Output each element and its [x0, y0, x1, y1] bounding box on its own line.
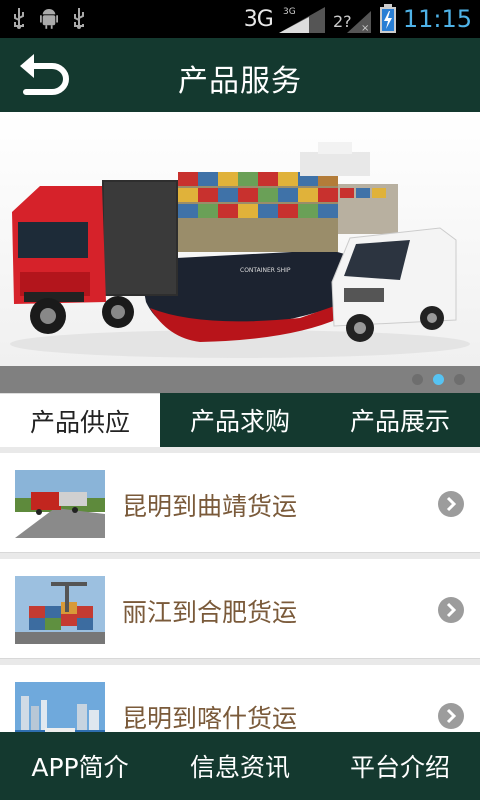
title-bar: 产品服务	[0, 38, 480, 112]
list-item[interactable]: 丽江到合肥货运	[0, 559, 480, 659]
chevron-right-icon	[438, 491, 464, 517]
tab-product-supply[interactable]: 产品供应	[0, 393, 160, 447]
usb-icon	[74, 8, 84, 29]
battery-charging-icon	[379, 4, 396, 33]
svg-text:×: ×	[361, 23, 369, 33]
list-item-thumbnail	[15, 576, 105, 644]
svg-text:3G: 3G	[283, 7, 296, 17]
svg-text:CONTAINER SHIP: CONTAINER SHIP	[240, 267, 291, 274]
bottom-nav: APP简介 信息资讯 平台介绍	[0, 732, 480, 800]
list-item-thumbnail	[15, 470, 105, 538]
network-type: 3G	[243, 6, 274, 32]
list-item-label: 丽江到合肥货运	[122, 598, 298, 627]
list-item-label: 昆明到喀什货运	[122, 704, 298, 732]
page-title: 产品服务	[178, 64, 302, 99]
list-item[interactable]: 昆明到喀什货运	[0, 665, 480, 732]
carousel-dot-3[interactable]	[454, 374, 465, 385]
status-bar: 3G 3G 2? × 11:15	[0, 0, 480, 38]
nav-app-intro[interactable]: APP简介	[0, 732, 160, 800]
carousel-dot-1[interactable]	[412, 374, 423, 385]
banner-image: CONTAINER SHIP	[0, 112, 480, 366]
chevron-right-icon	[438, 597, 464, 623]
signal-icon: 3G	[278, 7, 325, 33]
android-debug-icon	[40, 9, 58, 29]
tab-product-purchase[interactable]: 产品求购	[160, 393, 320, 447]
list-item-thumbnail	[15, 682, 105, 732]
usb-icon	[14, 8, 24, 29]
product-tabs: 产品供应 产品求购 产品展示	[0, 393, 480, 447]
product-list: 昆明到曲靖货运 丽江到合肥货运 昆明到喀什货运	[0, 447, 480, 732]
list-item[interactable]: 昆明到曲靖货运	[0, 453, 480, 553]
svg-text:2?: 2?	[333, 12, 352, 31]
banner-carousel[interactable]: CONTAINER SHIP	[0, 112, 480, 366]
nav-platform-intro[interactable]: 平台介绍	[320, 732, 480, 800]
carousel-indicator-bar	[0, 366, 480, 393]
tab-product-showcase[interactable]: 产品展示	[320, 393, 480, 447]
nav-news[interactable]: 信息资讯	[160, 732, 320, 800]
clock: 11:15	[402, 5, 472, 33]
no-sim-icon: 2? ×	[333, 11, 371, 33]
list-item-label: 昆明到曲靖货运	[122, 492, 298, 521]
chevron-right-icon	[438, 703, 464, 729]
carousel-dot-2[interactable]	[433, 374, 444, 385]
